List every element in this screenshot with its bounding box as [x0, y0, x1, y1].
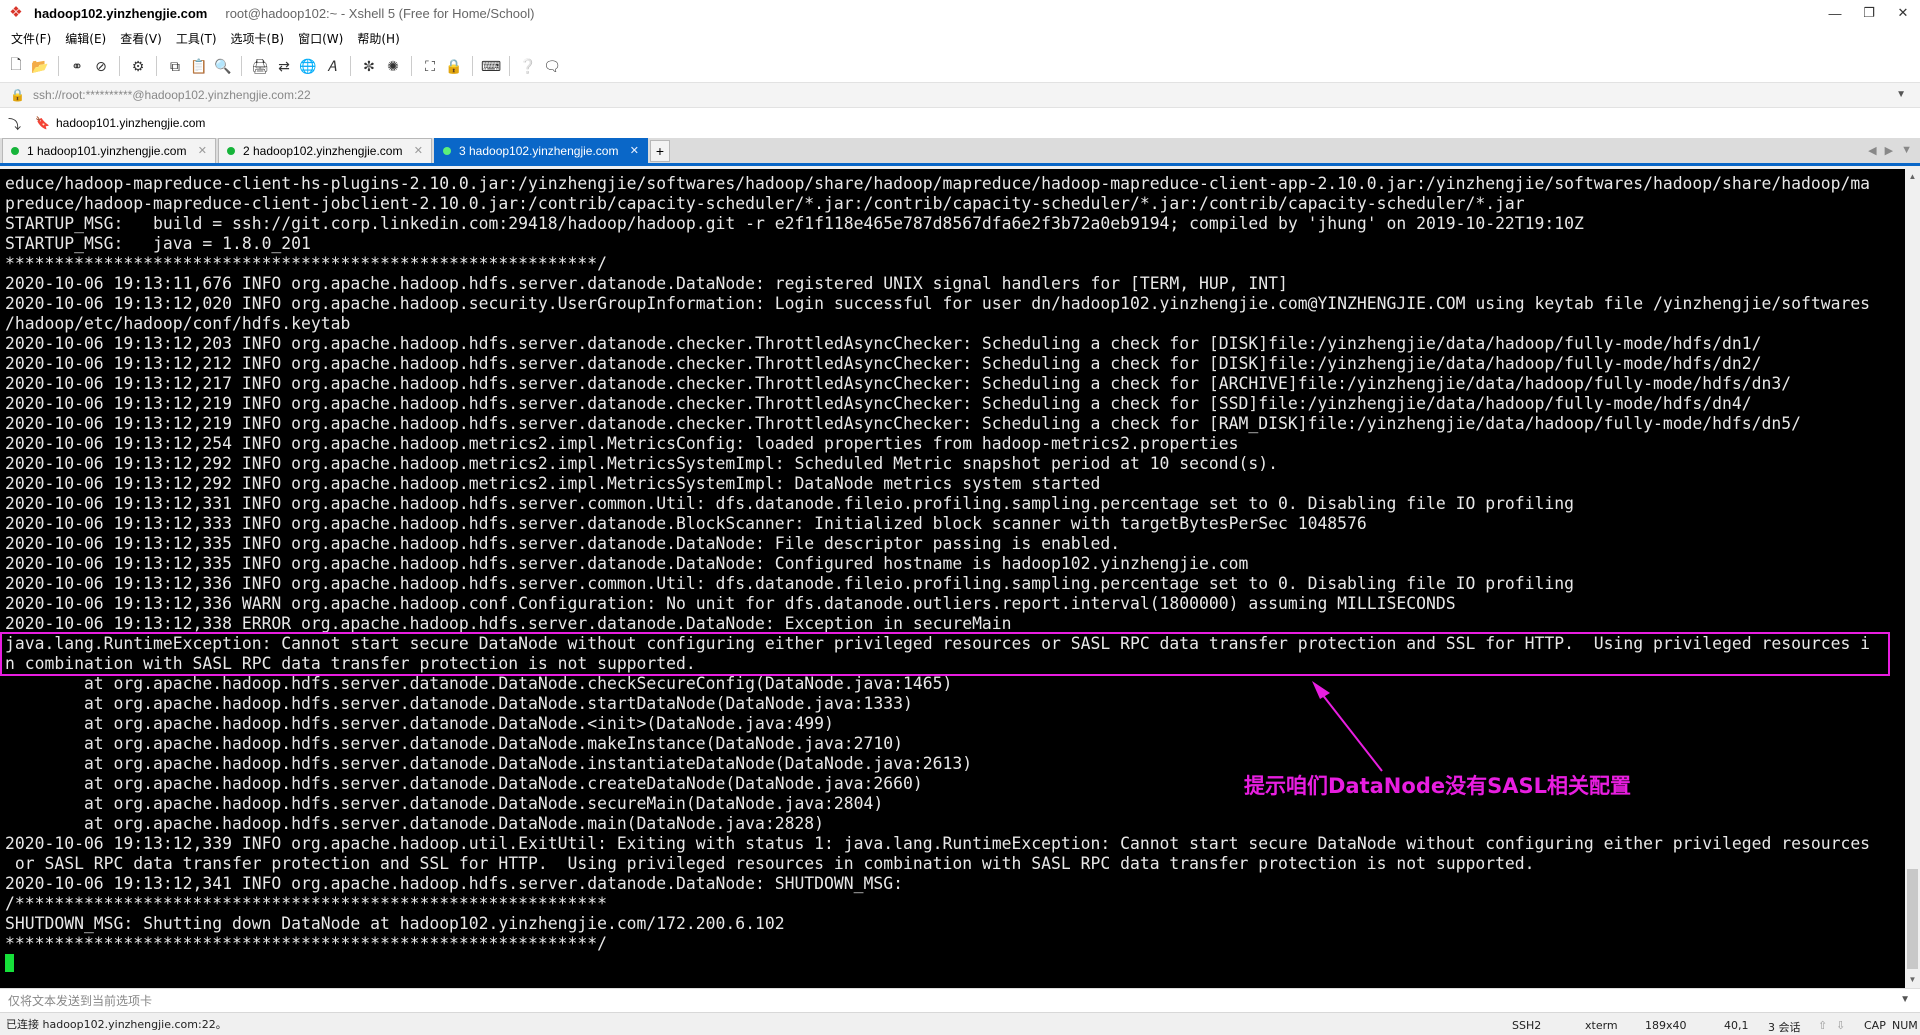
connected-status-icon [11, 147, 19, 155]
globe-icon[interactable]: 🌐 [298, 56, 318, 76]
chevron-down-icon[interactable]: ▼ [1901, 144, 1912, 157]
chevron-down-icon[interactable]: ▼ [1896, 89, 1906, 100]
connected-status-icon [227, 147, 235, 155]
annotation-arrow [1312, 681, 1383, 772]
minimize-button[interactable]: — [1818, 0, 1852, 26]
menu-view[interactable]: 查看(V) [113, 30, 169, 47]
tab-session-2[interactable]: 2 hadoop102.yinzhengjie.com ✕ [218, 138, 432, 163]
close-icon[interactable]: ✕ [630, 144, 639, 157]
xftp-icon[interactable]: ✼ [359, 56, 379, 76]
new-session-icon[interactable]: 🗋 [6, 56, 26, 76]
menu-window[interactable]: 窗口(W) [291, 30, 350, 47]
terminal-scrollbar[interactable]: ▲ ▼ [1905, 169, 1920, 988]
address-text[interactable]: ssh://root:**********@hadoop102.yinzheng… [33, 88, 311, 102]
window-title-host: hadoop102.yinzhengjie.com [34, 5, 208, 21]
chevron-left-icon[interactable]: ◀ [1868, 144, 1876, 157]
window-title: root@hadoop102:~ - Xshell 5 (Free for Ho… [225, 5, 535, 21]
transfer-icon[interactable]: ⇄ [274, 56, 294, 76]
toolbar-separator [350, 56, 351, 76]
tab-nav: ◀ ▶ ▼ [1868, 144, 1912, 157]
minimize-icon: — [1828, 5, 1842, 21]
scroll-down-icon[interactable]: ▼ [1905, 972, 1920, 988]
tab-bar: 1 hadoop101.yinzhengjie.com ✕ 2 hadoop10… [0, 138, 1920, 166]
window-controls: — ❐ ✕ [1818, 0, 1920, 26]
bookmark-link[interactable]: hadoop101.yinzhengjie.com [56, 116, 205, 130]
terminal-type-status: xterm [1585, 1019, 1618, 1032]
toolbar-separator [472, 56, 473, 76]
session-count-status: 3 会话 [1768, 1021, 1801, 1034]
tab-label: 2 hadoop102.yinzhengjie.com [243, 144, 403, 158]
chevron-down-icon[interactable]: ▼ [1900, 994, 1910, 1005]
menu-file[interactable]: 文件(F) [4, 30, 58, 47]
compose-input[interactable]: 仅将文本发送到当前选项卡 [8, 992, 152, 1009]
terminal-cursor [5, 954, 14, 972]
connected-status-icon [443, 147, 451, 155]
print-icon[interactable]: 🖨 [250, 56, 270, 76]
toolbar-separator [119, 56, 120, 76]
restore-icon: ❐ [1863, 5, 1875, 20]
add-tab-button[interactable]: + [650, 140, 670, 162]
menu-help[interactable]: 帮助(H) [350, 30, 406, 47]
tab-session-1[interactable]: 1 hadoop101.yinzhengjie.com ✕ [2, 138, 216, 163]
menu-tools[interactable]: 工具(T) [169, 30, 224, 47]
lock-icon[interactable]: 🔒 [444, 56, 464, 76]
menu-tab[interactable]: 选项卡(B) [224, 30, 292, 47]
up-arrow-icon: ⇧ [1818, 1019, 1828, 1032]
close-icon[interactable]: ✕ [198, 144, 207, 157]
links-bar: ⤵ 🔖 hadoop101.yinzhengjie.com [0, 108, 1920, 138]
cursor-position-status: 40,1 [1724, 1019, 1749, 1032]
properties-icon[interactable]: ⚙ [128, 56, 148, 76]
down-arrow-icon: ⇩ [1836, 1019, 1846, 1032]
tab-label: 3 hadoop102.yinzhengjie.com [459, 144, 619, 158]
caps-lock-status: CAP [1864, 1019, 1886, 1032]
error-highlight-box [0, 632, 1890, 676]
chevron-right-icon[interactable]: ▶ [1885, 144, 1893, 157]
reconnect-icon[interactable]: ⚭ [67, 56, 87, 76]
links-arrow-icon[interactable]: ⤵ [8, 114, 21, 133]
scroll-up-icon[interactable]: ▲ [1905, 169, 1920, 185]
tab-session-3[interactable]: 3 hadoop102.yinzhengjie.com ✕ [434, 138, 648, 163]
menu-edit[interactable]: 编辑(E) [58, 30, 113, 47]
title-bar: ❖ hadoop102.yinzhengjie.com root@hadoop1… [0, 0, 1920, 26]
close-button[interactable]: ✕ [1886, 0, 1920, 26]
restore-button[interactable]: ❐ [1852, 0, 1886, 26]
status-bar: 已连接 hadoop102.yinzhengjie.com:22。 SSH2 x… [0, 1012, 1920, 1035]
paste-icon[interactable]: 📋 [189, 56, 209, 76]
menu-bar: 文件(F) 编辑(E) 查看(V) 工具(T) 选项卡(B) 窗口(W) 帮助(… [0, 26, 1920, 50]
close-icon: ✕ [1897, 5, 1909, 20]
find-icon[interactable]: 🔍 [213, 56, 233, 76]
terminal-text: educe/hadoop-mapreduce-client-hs-plugins… [5, 174, 1871, 953]
disconnect-icon[interactable]: ⊘ [91, 56, 111, 76]
toolbar-separator [509, 56, 510, 76]
tab-label: 1 hadoop101.yinzhengjie.com [27, 144, 187, 158]
close-icon[interactable]: ✕ [414, 144, 423, 157]
terminal-output[interactable]: educe/hadoop-mapreduce-client-hs-plugins… [0, 169, 1905, 988]
scroll-thumb[interactable] [1907, 869, 1918, 969]
chat-icon[interactable]: 🗨 [542, 56, 562, 76]
xshell-icon: ❖ [9, 4, 23, 21]
num-lock-status: NUM [1892, 1019, 1918, 1032]
font-icon[interactable]: 𝐴 [322, 56, 342, 76]
open-folder-icon[interactable]: 📂 [30, 56, 50, 76]
lock-icon: 🔒 [10, 88, 25, 102]
keyboard-icon[interactable]: ⌨ [481, 56, 501, 76]
plus-icon: + [655, 143, 665, 159]
compose-bar[interactable]: 仅将文本发送到当前选项卡 ▼ [0, 988, 1920, 1012]
toolbar-separator [411, 56, 412, 76]
help-icon[interactable]: ❔ [518, 56, 538, 76]
toolbar-separator [241, 56, 242, 76]
connection-status: 已连接 hadoop102.yinzhengjie.com:22。 [6, 1018, 227, 1031]
copy-icon[interactable]: ⧉ [165, 56, 185, 76]
address-bar[interactable]: 🔒 ssh://root:**********@hadoop102.yinzhe… [0, 82, 1920, 108]
toolbar-separator [58, 56, 59, 76]
annotation-text: 提示咱们DataNode没有SASL相关配置 [1244, 774, 1631, 798]
bookmark-icon: 🔖 [35, 116, 50, 130]
toolbar-separator [156, 56, 157, 76]
protocol-status: SSH2 [1512, 1019, 1542, 1032]
xmanager-icon[interactable]: ✺ [383, 56, 403, 76]
terminal-size-status: 189x40 [1645, 1019, 1687, 1032]
fullscreen-icon[interactable]: ⛶ [420, 56, 440, 76]
toolbar: 🗋 📂 ⚭ ⊘ ⚙ ⧉ 📋 🔍 🖨 ⇄ 🌐 𝐴 ✼ ✺ ⛶ 🔒 ⌨ ❔ 🗨 [0, 50, 1920, 82]
